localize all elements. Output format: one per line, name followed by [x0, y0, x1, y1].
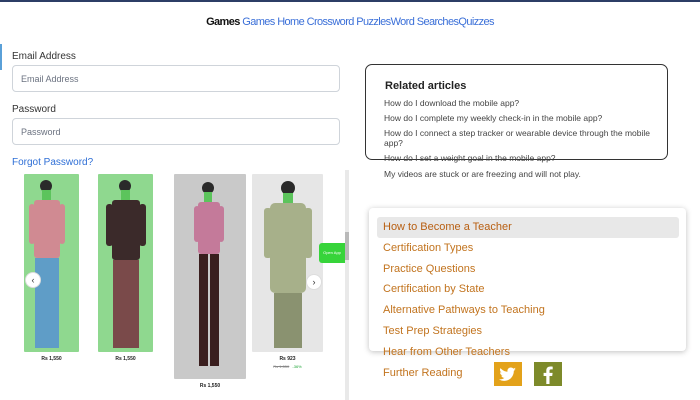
- product-card[interactable]: Rs 1,550: [174, 174, 246, 389]
- email-field[interactable]: [12, 65, 340, 92]
- menu-item-further-reading[interactable]: Further Reading: [383, 367, 463, 379]
- nav-link-word-searches[interactable]: Word Searches: [391, 16, 459, 28]
- twitter-icon[interactable]: [494, 362, 522, 386]
- related-article-link[interactable]: My videos are stuck or are freezing and …: [384, 169, 659, 179]
- menu-item-hear-from-other-teachers[interactable]: Hear from Other Teachers: [383, 346, 510, 358]
- password-field[interactable]: [12, 118, 340, 145]
- menu-item-certification-by-state[interactable]: Certification by State: [383, 283, 485, 295]
- nav-link-games[interactable]: Games: [242, 16, 275, 28]
- related-articles-title: Related articles: [385, 80, 467, 92]
- top-border: [0, 0, 700, 2]
- related-article-link[interactable]: How do I set a weight goal in the mobile…: [384, 153, 659, 163]
- brand-label: Games: [206, 16, 240, 28]
- menu-item-how-to-become-a-teacher[interactable]: How to Become a Teacher: [383, 221, 512, 233]
- nav-link-crossword-puzzles[interactable]: Crossword Puzzles: [307, 16, 392, 28]
- product-old-price: Rs 1,550: [273, 364, 290, 369]
- product-photo: [24, 174, 79, 352]
- menu-item-practice-questions[interactable]: Practice Questions: [383, 263, 475, 275]
- top-navigation: Games Games Home Crossword PuzzlesWord S…: [0, 16, 700, 28]
- product-price-detail: Rs 1,550 -36%: [252, 364, 323, 369]
- menu-item-test-prep-strategies[interactable]: Test Prep Strategies: [383, 325, 482, 337]
- product-price: Rs 1,550: [115, 356, 136, 362]
- carousel-prev-button[interactable]: ‹: [25, 272, 41, 288]
- related-article-link[interactable]: How do I connect a step tracker or weara…: [384, 128, 659, 148]
- nav-link-home[interactable]: Home: [277, 16, 305, 28]
- product-price: Rs 1,550: [199, 383, 221, 389]
- left-accent-rule: [0, 44, 2, 70]
- product-card[interactable]: Rs 1,550: [24, 174, 79, 362]
- product-photo: [98, 174, 153, 352]
- carousel-scrollbar[interactable]: [345, 170, 349, 400]
- product-price: Rs 1,550: [41, 356, 62, 362]
- product-photo: [174, 174, 246, 379]
- product-card[interactable]: Rs 1,550: [98, 174, 153, 362]
- forgot-password-link[interactable]: Forgot Password?: [12, 157, 93, 168]
- product-card[interactable]: Rs 923 Rs 1,550 -36%: [252, 174, 323, 369]
- open-app-button[interactable]: Open App: [319, 243, 345, 263]
- related-article-link[interactable]: How do I complete my weekly check-in in …: [384, 113, 659, 123]
- product-discount: -36%: [292, 364, 302, 369]
- carousel-next-button[interactable]: ›: [306, 274, 322, 290]
- password-label: Password: [12, 104, 56, 115]
- menu-item-certification-types[interactable]: Certification Types: [383, 242, 473, 254]
- menu-item-alternative-pathways[interactable]: Alternative Pathways to Teaching: [383, 304, 545, 316]
- product-photo: [252, 174, 323, 352]
- email-label: Email Address: [12, 51, 76, 62]
- product-carousel: Rs 1,550 Rs 1,550 Rs 1,550 Rs 923 Rs 1,5…: [12, 170, 348, 400]
- nav-link-quizzes[interactable]: Quizzes: [458, 16, 494, 28]
- related-article-link[interactable]: How do I download the mobile app?: [384, 98, 659, 108]
- scrollbar-thumb[interactable]: [345, 232, 349, 260]
- product-price: Rs 923: [279, 356, 296, 362]
- facebook-icon[interactable]: [534, 362, 562, 386]
